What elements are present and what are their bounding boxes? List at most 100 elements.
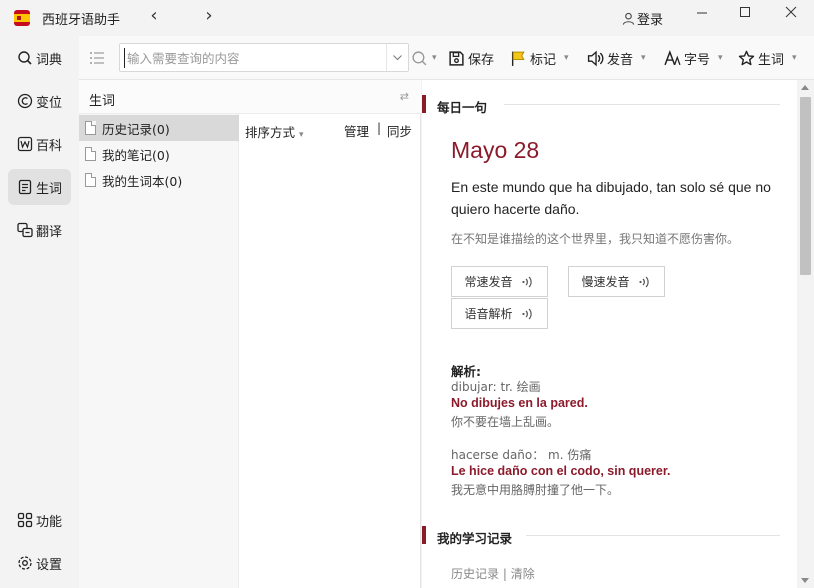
nav-label: 百科 (35, 138, 62, 154)
sort-row: 排序方式 ▾ 管理 | 同步 (239, 114, 421, 142)
minimize-icon[interactable] (687, 5, 717, 29)
category-notes[interactable]: 我的笔记(0) (79, 141, 239, 167)
nav-item-vocabulary[interactable]: 生词 (8, 169, 71, 205)
login-button[interactable]: 登录 (622, 9, 663, 28)
divider (504, 104, 780, 105)
separator: | (377, 121, 382, 135)
scroll-down-arrow-icon[interactable] (801, 578, 809, 583)
nav-item-translate[interactable]: 翻译 (8, 212, 71, 248)
wiki-icon (17, 136, 33, 152)
font-size-label: 字号 (684, 52, 711, 68)
vertical-scrollbar[interactable] (797, 80, 814, 588)
toolbar: ▾ 保存 标记 ▾ 发音 ▾ 字号 ▾ 生词 ▾ (79, 36, 814, 80)
swap-icon[interactable]: ⇄ (400, 90, 409, 103)
chevron-down-icon: ▾ (792, 53, 797, 63)
search-button[interactable]: ▾ (411, 46, 437, 70)
save-icon (449, 50, 464, 66)
slow-speed-audio-button[interactable]: 慢速发音 (568, 266, 665, 297)
vocab-button[interactable]: 生词 ▾ (738, 46, 797, 70)
wordlist-panel: 生词 ⇄ 历史记录(0) 我的笔记(0) 我的生词本(0) 排序方式 ▾ 管理 … (79, 80, 421, 588)
nav-label: 功能 (35, 514, 62, 530)
translate-icon (17, 222, 33, 238)
pronounce-label: 发音 (607, 52, 634, 68)
scroll-up-arrow-icon[interactable] (801, 85, 809, 90)
nav-item-features[interactable]: 功能 (8, 502, 71, 538)
save-button[interactable]: 保存 (448, 46, 494, 70)
search-icon (18, 51, 32, 65)
nav-label: 翻译 (35, 224, 62, 240)
analysis-example: No dibujes en la pared. (451, 396, 588, 410)
manage-button[interactable]: 管理 (344, 121, 369, 140)
gear-icon (18, 556, 32, 570)
nav-item-wiki[interactable]: 百科 (8, 126, 71, 162)
sound-wave-icon (638, 276, 649, 287)
study-links: 历史记录 | 清除 (451, 565, 535, 582)
normal-speed-audio-button[interactable]: 常速发音 (451, 266, 548, 297)
sound-wave-icon (521, 308, 532, 319)
search-box (119, 43, 409, 72)
file-icon (85, 147, 96, 161)
section-study-header: 我的学习记录 (422, 526, 780, 546)
forward-arrow-icon[interactable]: › (198, 6, 220, 28)
nav-item-dictionary[interactable]: 词典 (8, 40, 71, 76)
category-label: 我的生词本(0) (102, 173, 183, 189)
category-vocab-book[interactable]: 我的生词本(0) (79, 167, 239, 193)
sync-button[interactable]: 同步 (387, 121, 412, 140)
file-icon (85, 173, 96, 187)
analysis-example: Le hice daño con el codo, sin querer. (451, 464, 671, 478)
back-arrow-icon[interactable]: ‹ (143, 6, 165, 28)
user-icon (622, 12, 635, 25)
analysis-translation: 我无意中用胳膊肘撞了他一下。 (451, 483, 620, 497)
daily-date: Mayo 28 (451, 137, 540, 163)
section-accent-bar (422, 95, 426, 113)
spain-flag-logo (14, 10, 30, 26)
nav-label: 设置 (35, 557, 62, 573)
history-link[interactable]: 历史记录 (451, 567, 499, 581)
chevron-down-icon[interactable] (386, 44, 408, 71)
font-size-icon (664, 49, 681, 65)
clear-link[interactable]: 清除 (511, 567, 535, 581)
analysis-translation: 你不要在墙上乱画。 (451, 415, 560, 429)
nav-item-settings[interactable]: 设置 (8, 545, 71, 581)
nav-label: 变位 (35, 95, 62, 111)
sort-dropdown[interactable]: 排序方式 ▾ (245, 122, 304, 141)
conjugation-icon (17, 93, 33, 109)
app-title: 西班牙语助手 (42, 13, 121, 28)
wordlist-header: 生词 ⇄ (79, 80, 421, 114)
section-daily-header: 每日一句 (422, 95, 780, 115)
nav-label: 词典 (35, 52, 62, 68)
section-title: 每日一句 (437, 100, 488, 115)
daily-sentence-panel: 每日一句 Mayo 28 En este mundo que ha dibuja… (422, 80, 797, 588)
sort-label: 排序方式 (245, 125, 296, 140)
sentence-spanish: En este mundo que ha dibujado, tan solo … (451, 179, 771, 217)
section-accent-bar (422, 526, 426, 544)
left-nav: 词典 变位 百科 生词 翻译 功能 设置 (0, 36, 79, 588)
title-bar: 西班牙语助手 ‹ › 登录 (0, 0, 814, 36)
grid-icon (17, 512, 33, 528)
search-icon (412, 50, 427, 65)
login-label: 登录 (637, 13, 664, 28)
file-icon (85, 121, 96, 135)
speaker-icon (587, 50, 604, 66)
sound-wave-icon (521, 276, 532, 287)
star-icon (738, 50, 755, 65)
chevron-down-icon: ▾ (718, 53, 723, 63)
voice-analysis-button[interactable]: 语音解析 (451, 298, 548, 329)
category-history[interactable]: 历史记录(0) (79, 115, 239, 141)
nav-item-conjugation[interactable]: 变位 (8, 83, 71, 119)
scroll-thumb[interactable] (800, 97, 811, 275)
notebook-icon (18, 179, 32, 195)
search-input[interactable] (124, 48, 374, 68)
font-size-button[interactable]: 字号 ▾ (664, 46, 723, 70)
sentence-chinese: 在不知是谁描绘的这个世界里，我只知道不愿伤害你。 (451, 232, 740, 246)
flag-icon (511, 51, 525, 66)
maximize-icon[interactable] (730, 5, 760, 29)
bookmark-button[interactable]: 标记 ▾ (510, 46, 569, 70)
section-title: 我的学习记录 (437, 531, 513, 546)
close-icon[interactable] (776, 5, 806, 29)
chevron-down-icon: ▾ (564, 53, 569, 63)
pronounce-button[interactable]: 发音 ▾ (587, 46, 646, 70)
wordlist-title: 生词 (89, 94, 116, 109)
bookmark-label: 标记 (530, 52, 557, 68)
list-icon[interactable] (89, 50, 105, 66)
